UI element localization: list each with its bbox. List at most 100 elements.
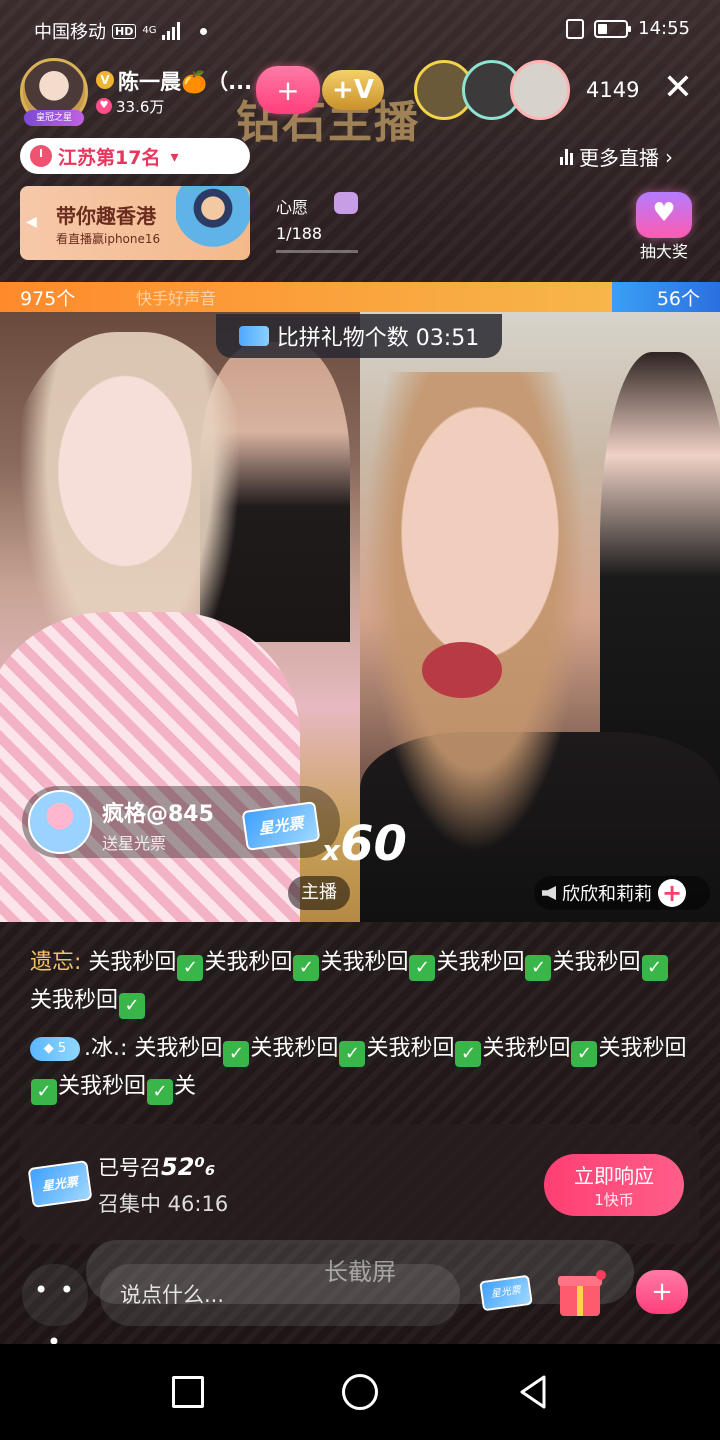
wish-progress-bar <box>276 250 358 253</box>
respond-label: 立即响应 <box>574 1164 654 1188</box>
notification-dot-icon <box>200 27 208 35</box>
gift-button[interactable] <box>556 1270 606 1318</box>
check-icon: ✓ <box>177 955 204 981</box>
live-stream-screen: 中国移动 HD 4G 14:55 钻石主播 皇冠之星 V 陈一晨🍊（... ♥ … <box>0 0 720 1344</box>
chat-text: 关我秒回 <box>320 950 409 975</box>
signal-icon <box>162 22 181 40</box>
lottery-icon[interactable] <box>636 192 692 238</box>
fans-count: 33.6万 <box>116 98 165 116</box>
region-rank-button[interactable]: 江苏第17名 ▾ <box>20 138 250 174</box>
rally-called: 已号召52⁰₆ <box>98 1152 215 1182</box>
host-info[interactable]: 皇冠之星 V 陈一晨🍊（... ♥ 33.6万 <box>20 58 260 126</box>
wish-label[interactable]: 心愿 <box>276 194 308 218</box>
like-button[interactable]: + <box>636 1270 688 1318</box>
star-ticket-icon: 星光票 <box>27 1160 93 1208</box>
speaker-muted-icon[interactable] <box>542 886 556 900</box>
chat-text: 关我秒回 <box>598 1036 687 1061</box>
star-ticket-icon: 星光票 <box>479 1274 533 1312</box>
host-shirt <box>0 612 300 922</box>
rally-timer: 召集中 46:16 <box>98 1192 229 1216</box>
rally-card: 星光票 已号召52⁰₆ 召集中 46:16 立即响应 1快币 <box>20 1124 700 1244</box>
promo-title: 带你趣香港 <box>56 204 156 228</box>
follow-heart-button[interactable]: + <box>256 66 320 114</box>
host-tag: 主播 <box>288 876 350 910</box>
top-viewers[interactable] <box>414 60 570 120</box>
check-icon: ✓ <box>525 955 552 981</box>
chat-text: 关我秒回 <box>134 1036 223 1061</box>
check-icon: ✓ <box>31 1079 57 1105</box>
chat-text: 关我秒回 <box>436 950 525 975</box>
chat-text: 关我秒回 <box>30 988 119 1013</box>
wish-gift-icon <box>334 192 358 214</box>
caret-left-icon: ◀ <box>26 214 37 230</box>
gift-multiplier: x60 <box>322 816 407 872</box>
check-icon: ✓ <box>409 955 436 981</box>
fan-club-v-button[interactable]: +V <box>322 70 384 110</box>
recent-apps-icon[interactable] <box>172 1376 204 1408</box>
more-options-button[interactable]: • • • <box>22 1264 88 1344</box>
long-screenshot-overlay[interactable]: 长截屏 <box>86 1240 634 1304</box>
rally-called-prefix: 已号召 <box>98 1156 161 1180</box>
chat-text: 关我秒回 <box>482 1036 571 1061</box>
back-icon[interactable] <box>518 1374 548 1410</box>
host-face <box>40 372 210 592</box>
status-right: 14:55 <box>566 18 690 39</box>
close-button[interactable]: ✕ <box>660 70 696 108</box>
check-icon: ✓ <box>339 1041 366 1067</box>
chat-user[interactable]: 遗忘: <box>30 950 81 975</box>
viewer-avatar[interactable] <box>510 60 570 120</box>
chat-text: 关我秒回 <box>552 950 641 975</box>
clock-icon <box>30 145 52 167</box>
promo-card[interactable]: ◀ 带你趣香港 看直播赢iphone16 <box>20 186 250 260</box>
lottery-label[interactable]: 抽大奖 <box>628 238 700 262</box>
gift-sender-name: 疯格@845 <box>102 802 214 827</box>
chat-user[interactable]: .冰.: <box>84 1036 127 1061</box>
fan-level-badge: ◆ 5 <box>30 1037 80 1061</box>
pk-timer: 比拼礼物个数 03:51 <box>216 314 502 358</box>
system-nav-bar <box>0 1344 720 1440</box>
chevron-down-icon: ▾ <box>170 146 179 166</box>
gift-icon <box>558 1276 602 1316</box>
check-icon: ✓ <box>223 1041 250 1067</box>
fans-heart-icon: ♥ <box>96 98 112 114</box>
pk-ghost-text: 快手好声音 <box>136 289 217 308</box>
follow-opponent-button[interactable]: + <box>658 879 686 907</box>
pk-right-score: 56个 <box>612 282 720 312</box>
check-icon: ✓ <box>641 955 668 981</box>
check-icon: ✓ <box>293 955 320 981</box>
host-name: 陈一晨🍊（... <box>118 70 253 94</box>
star-ticket-button[interactable]: 星光票 <box>476 1272 536 1316</box>
hd-badge: HD <box>112 23 137 39</box>
check-icon: ✓ <box>571 1041 598 1067</box>
chevron-right-icon: › <box>665 144 673 169</box>
gift-sender-avatar[interactable] <box>28 790 92 854</box>
carrier-label: 中国移动 <box>34 22 106 43</box>
verified-icon: V <box>96 71 114 89</box>
opponent-video[interactable] <box>360 312 720 922</box>
viewer-count[interactable]: 4149 <box>586 78 639 102</box>
gift-notification-dot <box>596 1270 606 1280</box>
check-icon: ✓ <box>455 1041 482 1067</box>
vibrate-icon <box>566 18 585 39</box>
pk-timer-label: 比拼礼物个数 03:51 <box>276 326 480 351</box>
clock-time: 14:55 <box>638 18 690 39</box>
home-icon[interactable] <box>342 1374 378 1410</box>
chat-text: 关我秒回 <box>366 1036 455 1061</box>
ticket-icon <box>238 326 269 346</box>
opponent-tag[interactable]: 欣欣和莉莉 + <box>534 876 710 910</box>
more-live-button[interactable]: 更多直播 › <box>560 142 673 171</box>
status-left: 中国移动 HD 4G <box>34 18 208 44</box>
avatar-badge: 皇冠之星 <box>24 110 84 126</box>
chat-text: 关我秒回 <box>58 1074 147 1099</box>
heart-icon: + <box>636 1270 688 1314</box>
rank-label: 江苏第17名 <box>58 146 161 169</box>
respond-cost: 1快币 <box>594 1191 634 1209</box>
multiplier-value: 60 <box>340 816 407 872</box>
chat-text: 关 <box>174 1074 197 1099</box>
pk-left-count: 975个 <box>20 288 76 310</box>
respond-now-button[interactable]: 立即响应 1快币 <box>544 1154 684 1216</box>
check-icon: ✓ <box>119 993 146 1019</box>
opponent-mouth <box>422 642 502 698</box>
chat-message: ◆ 5 .冰.: 关我秒回 ✓ 关我秒回 ✓ 关我秒回 ✓ 关我秒回 ✓ 关我秒回✓ 关我秒回 ✓ 关 <box>30 1030 690 1106</box>
more-live-label: 更多直播 <box>579 146 659 170</box>
